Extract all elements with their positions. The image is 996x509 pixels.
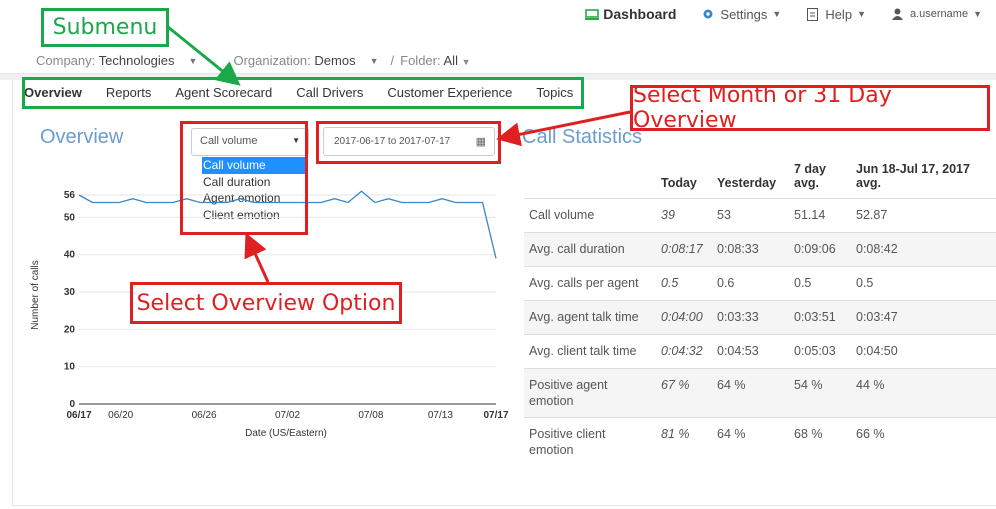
table-cell: 0:04:00 [656, 300, 712, 335]
folder-filter[interactable]: Folder: All ▼ [400, 53, 470, 68]
x-tick-label: 07/08 [358, 410, 383, 421]
chevron-down-icon: ▼ [973, 9, 982, 19]
table-row: Positive agent emotion 67 % 64 % 54 % 44… [524, 368, 996, 418]
table-cell: 0:04:53 [712, 334, 789, 369]
x-tick-label: 06/26 [192, 410, 217, 421]
column-header [524, 158, 656, 199]
column-header: 7 day avg. [794, 162, 826, 190]
table-cell: 81 % [656, 417, 712, 467]
column-header: Yesterday [717, 176, 777, 190]
y-axis-ticks: 0 10 20 30 40 50 56 [64, 190, 76, 410]
table-cell: 0.5 [851, 266, 996, 301]
breadcrumb-separator: / [390, 53, 395, 68]
table-cell: 54 % [789, 368, 851, 418]
submenu-callout: Submenu [41, 8, 169, 47]
y-tick-label: 0 [69, 399, 75, 410]
x-tick-label: 07/17 [483, 410, 508, 421]
month-overview-callout: Select Month or 31 Day Overview [630, 83, 990, 133]
table-cell: 64 % [712, 368, 789, 418]
overview-option-callout: Select Overview Option [130, 282, 402, 324]
x-tick-label: 07/02 [275, 410, 300, 421]
company-filter[interactable]: Company: Technologies [36, 53, 175, 68]
table-row: Avg. client talk time 0:04:32 0:04:53 0:… [524, 334, 996, 369]
chevron-down-icon: ▼ [461, 57, 471, 67]
call-statistics-table: Today Yesterday 7 day avg. Jun 18-Jul 17… [524, 158, 996, 467]
row-label: Call volume [524, 198, 656, 233]
x-tick-label: 07/13 [428, 410, 453, 421]
y-tick-label: 20 [64, 324, 76, 335]
table-cell: 0:09:06 [789, 232, 851, 267]
table-cell: 68 % [789, 417, 851, 467]
table-cell: 0:08:33 [712, 232, 789, 267]
table-cell: 64 % [712, 417, 789, 467]
y-tick-label: 30 [64, 287, 76, 298]
submenu-highlight-box [22, 77, 584, 109]
table-row: Avg. calls per agent 0.5 0.6 0.5 0.5 [524, 266, 996, 301]
row-label: Avg. call duration [524, 232, 656, 267]
table-cell: 0:08:42 [851, 232, 996, 267]
username-label: a.username [909, 8, 969, 20]
help-menu[interactable]: Help ▼ [807, 7, 866, 22]
column-header: Jun 18-Jul 17, 2017 avg. [856, 162, 970, 190]
table-cell: 0.6 [712, 266, 789, 301]
chevron-down-icon: ▼ [772, 9, 782, 19]
overview-title: Overview [40, 126, 124, 148]
table-cell: 67 % [656, 368, 712, 418]
help-label: Help [825, 6, 853, 22]
table-cell: 0.5 [656, 266, 712, 301]
table-cell: 0:03:47 [851, 300, 996, 335]
x-tick-label: 06/17 [66, 410, 91, 421]
y-tick-label: 10 [64, 362, 76, 373]
row-label: Avg. agent talk time [524, 300, 656, 335]
table-cell: 0:05:03 [789, 334, 851, 369]
y-tick-label: 50 [64, 212, 76, 223]
top-nav: Dashboard Settings ▼ Help ▼ a.username ▼ [585, 6, 982, 22]
table-cell: 0:03:33 [712, 300, 789, 335]
table-cell: 0:03:51 [789, 300, 851, 335]
table-cell: 0.5 [789, 266, 851, 301]
chevron-down-icon: ▼ [857, 9, 866, 19]
document-icon [807, 7, 820, 21]
table-row: Avg. agent talk time 0:04:00 0:03:33 0:0… [524, 300, 996, 335]
table-cell: 53 [712, 198, 789, 233]
monitor-icon [585, 8, 600, 21]
x-tick-label: 06/20 [108, 410, 133, 421]
table-cell: 44 % [851, 368, 996, 418]
x-axis-ticks: 06/17 06/20 06/26 07/02 07/08 07/13 07/17 [66, 410, 508, 421]
chevron-down-icon[interactable]: ▼ [370, 56, 379, 66]
y-axis-label: Number of calls [30, 260, 41, 329]
row-label: Positive agent emotion [524, 368, 656, 418]
table-cell: 0:04:32 [656, 334, 712, 369]
overview-option-highlight-box [180, 121, 308, 235]
settings-label: Settings [720, 6, 768, 22]
table-cell: 0:04:50 [851, 334, 996, 369]
table-header-row: Today Yesterday 7 day avg. Jun 18-Jul 17… [524, 158, 996, 199]
table-cell: 0:08:17 [656, 232, 712, 267]
table-row: Avg. call duration 0:08:17 0:08:33 0:09:… [524, 232, 996, 267]
row-label: Avg. client talk time [524, 334, 656, 369]
table-row: Positive client emotion 81 % 64 % 68 % 6… [524, 417, 996, 467]
y-tick-label: 40 [64, 250, 76, 261]
date-range-highlight-box [316, 121, 501, 164]
chevron-down-icon[interactable]: ▼ [189, 56, 198, 66]
column-header: Today [661, 176, 697, 190]
table-cell: 51.14 [789, 198, 851, 233]
dashboard-label: Dashboard [603, 6, 677, 22]
row-label: Avg. calls per agent [524, 266, 656, 301]
table-cell: 39 [656, 198, 712, 233]
row-label: Positive client emotion [524, 417, 656, 467]
user-menu[interactable]: a.username ▼ [891, 8, 982, 21]
x-axis-label: Date (US/Eastern) [245, 428, 327, 439]
user-icon [891, 8, 905, 21]
settings-menu[interactable]: Settings ▼ [702, 7, 781, 22]
table-cell: 52.87 [851, 198, 996, 233]
dashboard-link[interactable]: Dashboard [585, 6, 676, 22]
y-tick-label: 56 [64, 190, 76, 201]
gear-icon [702, 8, 715, 21]
call-statistics-title: Call Statistics [522, 126, 643, 148]
table-row: Call volume 39 53 51.14 52.87 [524, 198, 996, 233]
filter-breadcrumb: Company: Technologies ▼ Organization: De… [36, 53, 471, 68]
organization-filter[interactable]: Organization: Demos [233, 53, 355, 68]
table-cell: 66 % [851, 417, 996, 467]
